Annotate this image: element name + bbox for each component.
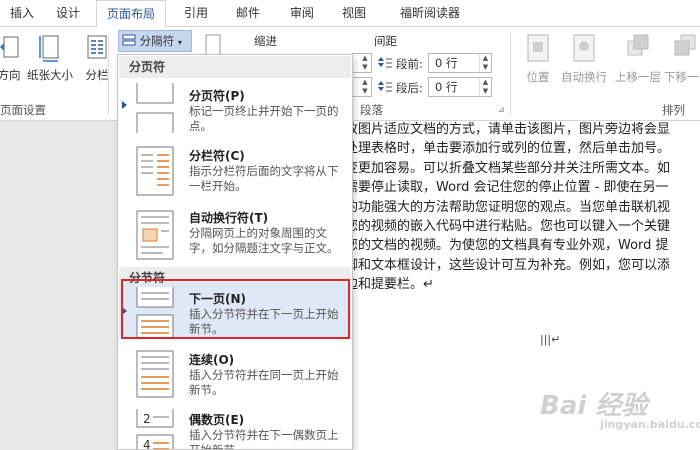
ribbon-tab-bar: 插入 设计 页面布局 引用 邮件 审阅 视图 福昕阅读器 [0, 0, 700, 28]
menu-item-description: 插入分节符并在同一页上开始新节。 [189, 368, 339, 397]
paper-size-button[interactable]: 纸张大小 [26, 33, 74, 83]
spacing-label: 间距 [374, 34, 397, 48]
indent-label: 缩进 [254, 34, 277, 48]
tab-review[interactable]: 审阅 [284, 0, 320, 27]
wrap-text-label: 自动换行 [561, 70, 607, 84]
columns-label: 分栏 [85, 68, 109, 82]
document-line: 改图片适应文档的方式，请单击该图片，图片旁边将会显 [345, 122, 671, 137]
wrap-text-button[interactable]: 自动换行 [558, 33, 610, 85]
dialog-launcher-icon[interactable]: ⊿ [498, 105, 505, 114]
page-setup-group-label: 页面设置 [0, 103, 46, 117]
menu-item-title: 连续(O) [189, 353, 235, 367]
menu-item-title: 自动换行符(T) [189, 211, 269, 225]
arrange-group-label: 排列 [662, 103, 685, 117]
orientation-label: 方向 [0, 68, 21, 82]
breaks-label: 分隔符 [139, 34, 175, 48]
watermark-text: Bai 经验 [540, 391, 648, 421]
paper-size-icon [39, 35, 59, 62]
tab-page-layout[interactable]: 页面布局 [96, 0, 166, 28]
breaks-icon [122, 34, 136, 46]
orientation-icon [0, 36, 19, 58]
svg-text:4: 4 [143, 438, 151, 449]
spin-arrows-icon[interactable]: ▲ ▼ [359, 78, 371, 96]
tab-foxit-reader[interactable]: 福昕阅读器 [390, 0, 470, 27]
breaks-button[interactable]: 分隔符 ▾ [118, 30, 192, 52]
spin-arrows-icon[interactable]: ▲ ▼ [359, 54, 371, 72]
send-backward-button[interactable]: 下移一 [664, 33, 700, 85]
menu-item-column-break[interactable]: 分栏符(C) 指示分栏符后面的文字将从下一栏开始。 [119, 139, 351, 203]
text-wrapping-break-icon [136, 210, 174, 260]
indent-right-input[interactable]: ▲ ▼ [352, 77, 372, 97]
indent-left-input[interactable]: ▲ ▼ [352, 53, 372, 73]
text-cursor-mark: |||↵ [540, 333, 561, 346]
menu-item-description: 指示分栏符后面的文字将从下一栏开始。 [189, 164, 339, 193]
menu-item-page-break[interactable]: 分页符(P) 标记一页终止并开始下一页的点。 [119, 79, 351, 139]
document-text[interactable]: 改图片适应文档的方式，请单击该图片，图片旁边将会显 处理表格时，单击要添加行或列… [345, 120, 700, 295]
spacing-before-value: 0 行 [435, 56, 458, 70]
spacing-after-input[interactable]: 0 行 ▲ ▼ [428, 77, 492, 97]
menu-item-title: 分页符(P) [189, 89, 245, 103]
tab-design[interactable]: 设计 [50, 0, 86, 27]
page-breaks-header: 分页符 [119, 56, 351, 78]
document-line: 变更加容易。可以折叠文档某些部分并关注所需文本。如 [345, 160, 671, 176]
document-line: 处理表格时，单击要添加行或列的位置，然后单击加号。 [345, 141, 671, 157]
menu-item-text-wrapping-break[interactable]: 自动换行符(T) 分隔网页上的对象周围的文字，如分隔题注文字与正文。 [119, 203, 351, 265]
tab-insert[interactable]: 插入 [4, 0, 40, 27]
spin-arrows-icon[interactable]: ▲ ▼ [479, 78, 491, 96]
even-page-break-icon: 2 4 [136, 409, 174, 449]
document-line: 需要停止读取，Word 会记住您的停止位置 - 即使在另一 [345, 180, 669, 196]
spacing-after-value: 0 行 [435, 80, 458, 94]
bring-forward-button[interactable]: 上移一层 [612, 33, 664, 85]
menu-item-description: 标记一页终止并开始下一页的点。 [189, 104, 339, 133]
menu-item-continuous[interactable]: 连续(O) 插入分节符并在同一页上开始新节。 [119, 343, 351, 401]
menu-item-description: 分隔网页上的对象周围的文字，如分隔题注文字与正文。 [189, 226, 339, 255]
menu-item-description: 插入分节符并在下一偶数页上开始新节 [189, 428, 339, 449]
document-line: 的功能强大的方法帮助您证明您的观点。当您单击联机视 [345, 199, 671, 215]
position-label: 位置 [526, 70, 550, 84]
document-line: 您的文档的视频。为使您的文档具有专业外观，Word 提 [345, 238, 669, 254]
tab-view[interactable]: 视图 [336, 0, 372, 27]
paper-size-label: 纸张大小 [27, 68, 73, 82]
document-line: 边和提要栏。↵ [345, 277, 434, 293]
column-break-icon [136, 146, 174, 196]
menu-item-title: 分栏符(C) [189, 149, 245, 163]
page-break-icon [136, 83, 174, 133]
spacing-after-icon [378, 81, 392, 92]
tab-mailings[interactable]: 邮件 [230, 0, 266, 27]
separator [108, 33, 109, 115]
bullet-icon [122, 101, 127, 109]
spacing-after-label: 段后: [396, 81, 423, 95]
columns-icon [87, 35, 107, 59]
bring-forward-icon [627, 34, 649, 56]
position-button[interactable]: 位置 [520, 33, 556, 85]
wrap-text-icon [573, 34, 595, 62]
spacing-before-label: 段前: [396, 57, 423, 71]
send-backward-icon [674, 34, 696, 56]
bring-forward-label: 上移一层 [615, 70, 661, 84]
orientation-button[interactable]: 方向 [0, 33, 24, 83]
document-line: 脚和文本框设计，这些设计可互为补充。例如，您可以添 [345, 257, 671, 273]
position-icon [527, 34, 549, 62]
tab-references[interactable]: 引用 [178, 0, 214, 27]
watermark-subtext: jingyan.baidu.com [600, 418, 700, 431]
highlight-box [121, 279, 350, 339]
menu-item-title: 偶数页(E) [189, 413, 245, 427]
breaks-dropdown-arrow-icon: ▾ [177, 38, 182, 47]
watermark-logo: Bai 经验 jingyan.baidu.com [540, 385, 700, 431]
svg-text:2: 2 [143, 412, 151, 426]
separator [510, 33, 511, 115]
paragraph-group-label: 段落 [360, 103, 383, 117]
breaks-dropdown-menu: 分页符 分页符(P) 标记一页终止并开始下一页的点。 分栏符(C) 指示分栏符后… [117, 54, 353, 450]
spin-arrows-icon[interactable]: ▲ ▼ [479, 54, 491, 72]
send-backward-label: 下移一 [664, 70, 699, 84]
spacing-before-icon [378, 57, 392, 68]
menu-item-even-page[interactable]: 2 4 偶数页(E) 插入分节符并在下一偶数页上开始新节 [119, 403, 351, 449]
document-line: 您的视频的嵌入代码中进行粘贴。您也可以键入一个关键 [345, 218, 671, 234]
continuous-break-icon [136, 350, 174, 398]
spacing-before-input[interactable]: 0 行 ▲ ▼ [428, 53, 492, 73]
